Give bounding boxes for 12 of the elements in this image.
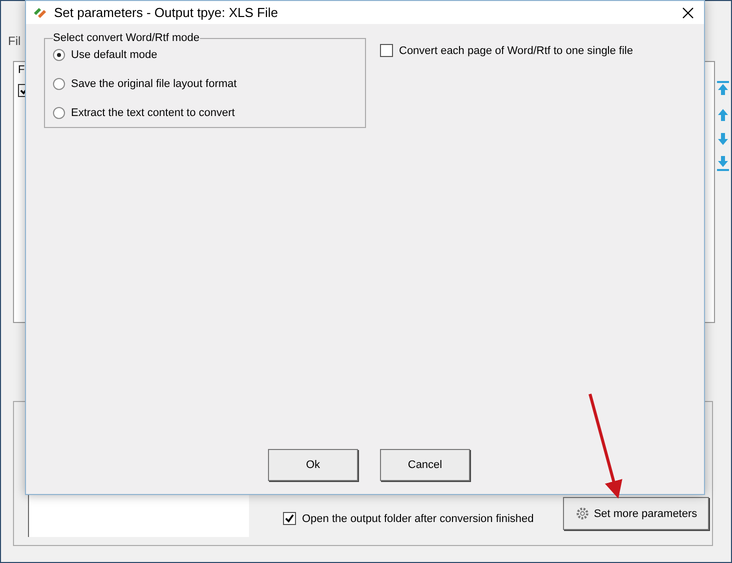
radio-label: Extract the text content to convert <box>71 106 235 118</box>
checkbox-label: Convert each page of Word/Rtf to one single file <box>399 44 633 56</box>
radio-label: Use default mode <box>71 48 158 60</box>
dialog-button[interactable]: Cancel <box>380 449 470 481</box>
set-more-parameters-button[interactable]: Set more parameters <box>563 497 709 530</box>
group-title: Select convert Word/Rtf mode <box>53 32 200 44</box>
window-title: Set parameters - Output tpye: XLS File <box>54 5 279 20</box>
column-header: F <box>18 64 25 76</box>
file-menu[interactable]: Fil <box>8 34 21 48</box>
checkbox-label: Open the output folder after conversion finished <box>302 512 534 524</box>
radio-label: Save the original file layout format <box>71 78 237 90</box>
dialog-button[interactable]: Ok <box>268 449 358 481</box>
